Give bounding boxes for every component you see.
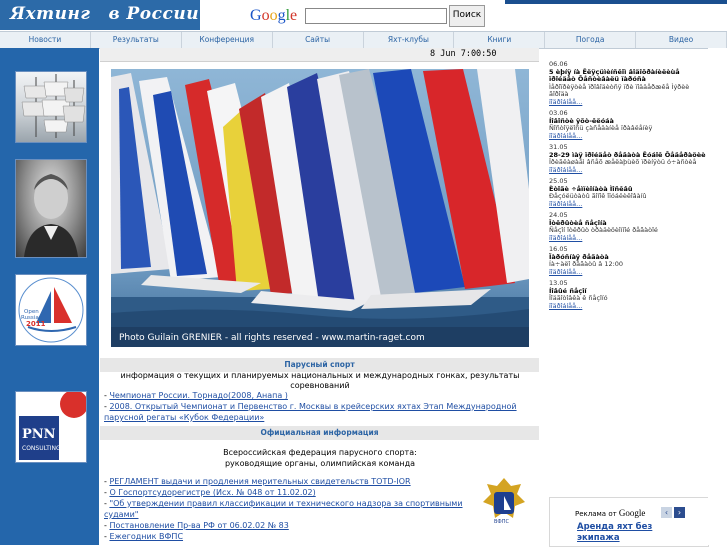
section-sailing-description: информация о текущих и планируемых нацио… [120,371,520,390]
yearbook-link[interactable]: Ежегодник ВФПС [109,532,183,541]
open-russian-2011-badge[interactable]: Open Russian 2011 [15,274,87,346]
site-logo[interactable]: Яхтинг в России [10,4,199,24]
link-row: - Чемпионат России. Торнадо(2008, Анапа … [104,391,288,400]
portrait-thumbnail[interactable] [15,159,87,258]
nav-conference[interactable]: Конференция [182,32,273,48]
right-gutter [708,48,727,545]
news-more-link[interactable]: ïîäðîáíåå... [549,166,707,175]
nav-books[interactable]: Книги [454,32,546,48]
nav-weather[interactable]: Погода [545,32,637,48]
main-nav: Новости Результаты Конференция Сайты Яхт… [0,31,727,49]
news-column: 06.06 5 èþíÿ íà Êëÿçüìèíñêîì âîäîõðàíèëè… [549,61,707,497]
header-decoration [505,0,727,4]
photo-caption: Photo Guilain GRENIER - all rights reser… [119,333,425,343]
championship-tornado-link[interactable]: Чемпионат России. Торнадо(2008, Анапа ) [109,391,288,400]
classification-rules-link[interactable]: "Об утверждении правил классификации и т… [104,499,463,519]
news-item[interactable]: 24.05 Îòêðûòèå ñåçîíà Ñåçîí îòêðûò òðàäè… [549,211,707,243]
news-item[interactable]: 16.05 Ïàðóñíàÿ ðåãàòà Íà÷àëî ðåãàòû â 12… [549,245,707,277]
news-item[interactable]: 25.05 Èòîãè ÷åìïèîíàòà Ìîñêâû Ðåçóëüòàòû… [549,177,707,209]
nav-results[interactable]: Результаты [91,32,182,48]
moscow-championship-link[interactable]: 2008. Открытый Чемпионат и Первенство г.… [104,402,517,422]
link-row: - О Госпортсудорегистре (Исх. № 048 от 1… [104,488,316,497]
date-bar: 8 Jun 7:00:50 [100,48,539,62]
news-more-link[interactable]: ïîäðîáíåå... [549,302,707,311]
news-item[interactable]: 03.06 Íîâîñòè ÿõò-êëóáà Ñîñòîÿëîñü çàñåä… [549,109,707,141]
pnn-consulting-logo[interactable]: PNN CONSULTING [15,391,87,463]
news-more-link[interactable]: ïîäðîáíåå... [549,132,707,141]
svg-text:CONSULTING: CONSULTING [22,445,61,452]
news-more-link[interactable]: ïîäðîáíåå... [549,98,707,107]
section-official-links: - РЕГЛАМЕНТ выдачи и продления мерительн… [104,476,464,542]
section-sailing-links: - Чемпионат России. Торнадо(2008, Анапа … [104,390,524,423]
government-decree-link[interactable]: Постановление Пр-ва РФ от 06.02.02 № 83 [109,521,288,530]
section-official-title: Официальная информация [100,426,539,440]
news-headline[interactable]: 5 èþíÿ íà Êëÿçüìèíñêîì âîäîõðàíèëèùå ïðî… [549,68,707,84]
link-row: - Постановление Пр-ва РФ от 06.02.02 № 8… [104,521,289,530]
ad-title-link[interactable]: Аренда яхт без экипажа [577,522,677,544]
news-more-link[interactable]: ïîäðîáíåå... [549,200,707,209]
google-logo: Google [250,7,298,24]
tall-ship-thumbnail[interactable] [15,71,87,143]
google-ads-block: Реклама от Google ‹ › Аренда яхт без эки… [549,497,709,547]
svg-text:PNN: PNN [22,427,56,442]
logo-text-a: Яхтинг [10,4,91,24]
ad-next-button[interactable]: › [674,507,685,518]
news-item[interactable]: 31.05 28-29 ìàÿ ïðîéäåò ðåãàòà Êóáîê Ôåä… [549,143,707,175]
nav-video[interactable]: Видео [636,32,727,48]
nav-news[interactable]: Новости [0,32,91,48]
news-body: Ìåðîïðèÿòèå ïðîâîäèòñÿ ïðè ïîääåðæêå Ìýð… [549,82,690,98]
link-row: - РЕГЛАМЕНТ выдачи и продления мерительн… [104,477,411,486]
news-more-link[interactable]: ïîäðîáíåå... [549,234,707,243]
current-datetime: 8 Jun 7:00:50 [430,49,497,59]
search-button[interactable]: Поиск [449,5,485,27]
gossudoregistr-link[interactable]: О Госпортсудорегистре (Исх. № 048 от 11.… [109,488,315,497]
ads-by-google-label: Реклама от Google [575,508,646,518]
news-item[interactable]: 13.05 Íîâûé ñåçîí Ïîäãîòîâêà ê ñåçîíó ïî… [549,279,707,311]
link-row: - "Об утверждении правил классификации и… [104,499,463,519]
search-input[interactable] [305,8,447,24]
nav-sites[interactable]: Сайты [273,32,364,48]
link-row: - Ежегодник ВФПС [104,532,184,541]
section-official-description: Всероссийская федерация парусного спорта… [223,448,417,468]
nav-yacht-clubs[interactable]: Яхт-клубы [364,32,455,48]
vfps-emblem[interactable]: ВФПС [481,476,527,526]
logo-text-b: в России [108,4,200,24]
ad-prev-button[interactable]: ‹ [661,507,672,518]
link-row: - 2008. Открытый Чемпионат и Первенство … [104,402,517,422]
reglament-link[interactable]: РЕГЛАМЕНТ выдачи и продления мерительных… [109,477,410,486]
regatta-photo[interactable]: Photo Guilain GRENIER - all rights reser… [111,69,529,347]
news-more-link[interactable]: ïîäðîáíåå... [549,268,707,277]
svg-text:2011: 2011 [26,320,46,328]
section-sailing-title: Парусный спорт [100,358,539,372]
left-column: Open Russian 2011 PNN CONSULTING [0,48,99,545]
logo-band[interactable]: Яхтинг в России [0,0,200,30]
news-item[interactable]: 06.06 5 èþíÿ íà Êëÿçüìèíñêîì âîäîõðàíèëè… [549,61,707,106]
svg-text:ВФПС: ВФПС [494,519,509,525]
